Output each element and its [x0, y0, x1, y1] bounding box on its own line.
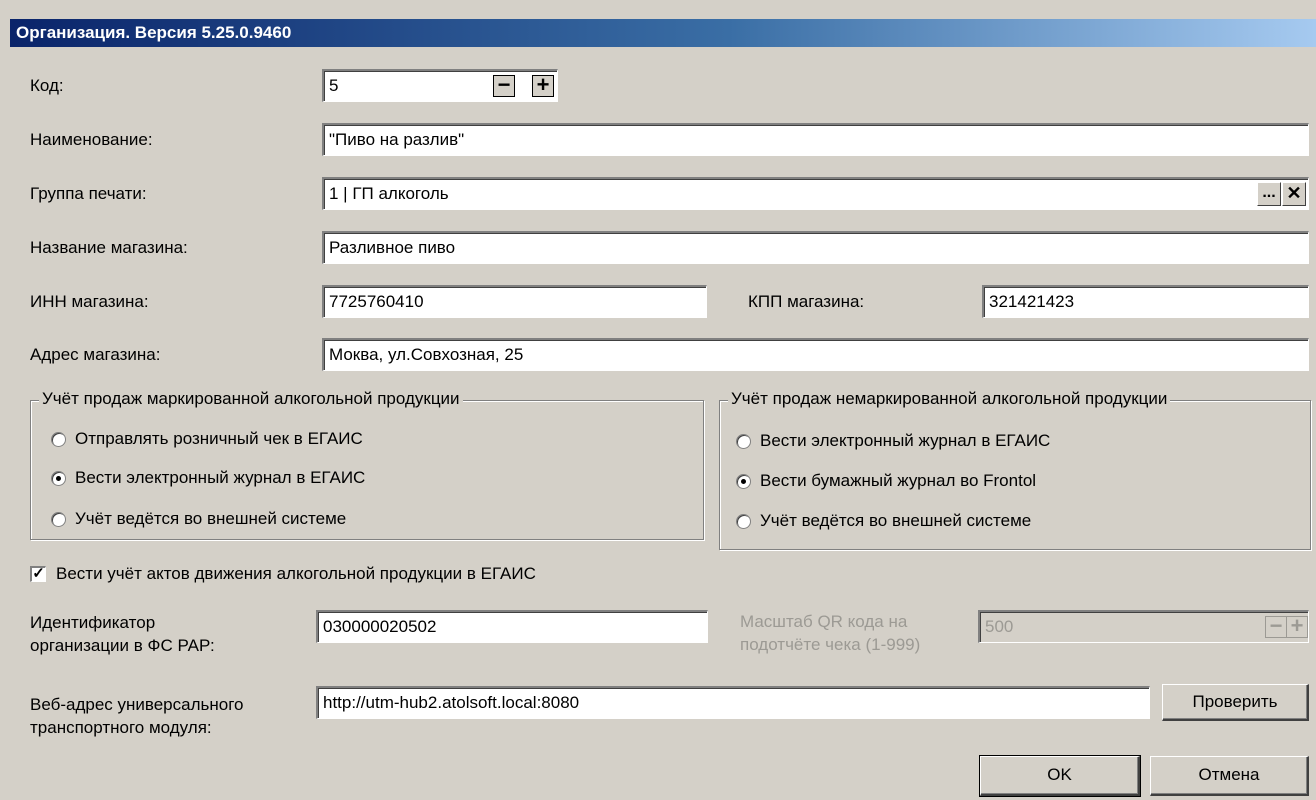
utm-url-input[interactable]: http://utm-hub2.atolsoft.local:8080: [316, 686, 1150, 719]
unmarked-alcohol-group-title: Учёт продаж немаркированной алкогольной …: [728, 389, 1171, 409]
code-increment-button[interactable]: +: [532, 74, 554, 97]
unmarked-option-1-label: Вести бумажный журнал во Frontol: [760, 471, 1037, 490]
marked-option-0[interactable]: Отправлять розничный чек в ЕГАИС: [51, 429, 363, 449]
kpp-input[interactable]: 321421423: [982, 285, 1309, 318]
unmarked-option-2[interactable]: Учёт ведётся во внешней системе: [736, 511, 1031, 531]
marked-option-1[interactable]: Вести электронный журнал в ЕГАИС: [51, 468, 365, 488]
shop-name-input[interactable]: Разливное пиво: [322, 231, 1309, 264]
kpp-label: КПП магазина:: [748, 292, 865, 311]
radio-button-icon[interactable]: [51, 511, 66, 527]
unmarked-option-1[interactable]: Вести бумажный журнал во Frontol: [736, 471, 1036, 491]
print-group-clear-icon[interactable]: ✕: [1282, 182, 1306, 206]
marked-option-2[interactable]: Учёт ведётся во внешней системе: [51, 509, 346, 529]
utm-label-line2: транспортного модуля:: [30, 718, 212, 737]
code-label: Код:: [30, 76, 64, 95]
unmarked-option-0[interactable]: Вести электронный журнал в ЕГАИС: [736, 431, 1050, 451]
utm-url-value: http://utm-hub2.atolsoft.local:8080: [323, 693, 580, 712]
marked-option-2-label: Учёт ведётся во внешней системе: [75, 509, 347, 528]
qr-scale-value: 500: [985, 617, 1014, 636]
cancel-button[interactable]: Отмена: [1150, 756, 1309, 796]
fsrar-id-input[interactable]: 030000020502: [316, 610, 708, 643]
print-group-browse-button[interactable]: ...: [1257, 182, 1281, 206]
fsrar-label-line1: Идентификатор: [30, 613, 156, 632]
unmarked-option-0-label: Вести электронный журнал в ЕГАИС: [760, 431, 1051, 450]
qr-scale-label-line1: Масштаб QR кода на: [740, 612, 908, 631]
qr-scale-label-line2: подотчёте чека (1-999): [740, 635, 921, 654]
marked-alcohol-group: Учёт продаж маркированной алкогольной пр…: [30, 389, 704, 540]
qr-scale-input[interactable]: 500: [978, 610, 1309, 643]
address-input[interactable]: Моква, ул.Совхозная, 25: [322, 338, 1309, 371]
fsrar-id-value: 030000020502: [323, 617, 437, 636]
radio-button-icon[interactable]: [736, 513, 751, 529]
utm-label-line1: Веб-адрес универсального: [30, 695, 244, 714]
kpp-value: 321421423: [989, 292, 1075, 311]
address-label: Адрес магазина:: [30, 345, 161, 364]
name-label: Наименование:: [30, 130, 153, 149]
inn-value: 7725760410: [329, 292, 424, 311]
radio-button-icon[interactable]: [736, 433, 751, 449]
print-group-input[interactable]: 1 | ГП алкоголь: [322, 177, 1309, 210]
shop-name-label: Название магазина:: [30, 238, 188, 257]
radio-button-icon[interactable]: [51, 431, 66, 447]
code-value: 5: [329, 76, 339, 95]
window-title: Организация. Версия 5.25.0.9460: [16, 23, 292, 42]
code-input[interactable]: 5: [322, 69, 558, 102]
name-value: "Пиво на разлив": [329, 130, 465, 149]
qr-scale-increment-button[interactable]: +: [1286, 615, 1308, 638]
radio-button-selected-icon[interactable]: [736, 473, 751, 489]
code-decrement-button[interactable]: −: [493, 74, 515, 97]
fsrar-label-line2: организации в ФС РАР:: [30, 636, 215, 655]
inn-input[interactable]: 7725760410: [322, 285, 707, 318]
window-title-bar: Организация. Версия 5.25.0.9460: [10, 19, 1316, 47]
marked-alcohol-group-title: Учёт продаж маркированной алкогольной пр…: [39, 389, 463, 409]
acts-checkbox-label: Вести учёт актов движения алкогольной пр…: [56, 564, 536, 583]
check-utm-button[interactable]: Проверить: [1162, 684, 1309, 721]
marked-option-1-label: Вести электронный журнал в ЕГАИС: [75, 468, 366, 487]
print-group-label: Группа печати:: [30, 184, 147, 203]
unmarked-alcohol-group: Учёт продаж немаркированной алкогольной …: [719, 389, 1311, 550]
ok-button[interactable]: OK: [979, 755, 1141, 797]
qr-scale-decrement-button[interactable]: −: [1265, 615, 1287, 638]
marked-option-0-label: Отправлять розничный чек в ЕГАИС: [75, 429, 363, 448]
inn-label: ИНН магазина:: [30, 292, 149, 311]
radio-button-selected-icon[interactable]: [51, 470, 66, 486]
name-input[interactable]: "Пиво на разлив": [322, 123, 1309, 156]
print-group-value: 1 | ГП алкоголь: [329, 184, 449, 203]
unmarked-option-2-label: Учёт ведётся во внешней системе: [760, 511, 1032, 530]
address-value: Моква, ул.Совхозная, 25: [329, 345, 524, 364]
acts-checkbox[interactable]: ✓: [30, 566, 46, 582]
shop-name-value: Разливное пиво: [329, 238, 456, 257]
